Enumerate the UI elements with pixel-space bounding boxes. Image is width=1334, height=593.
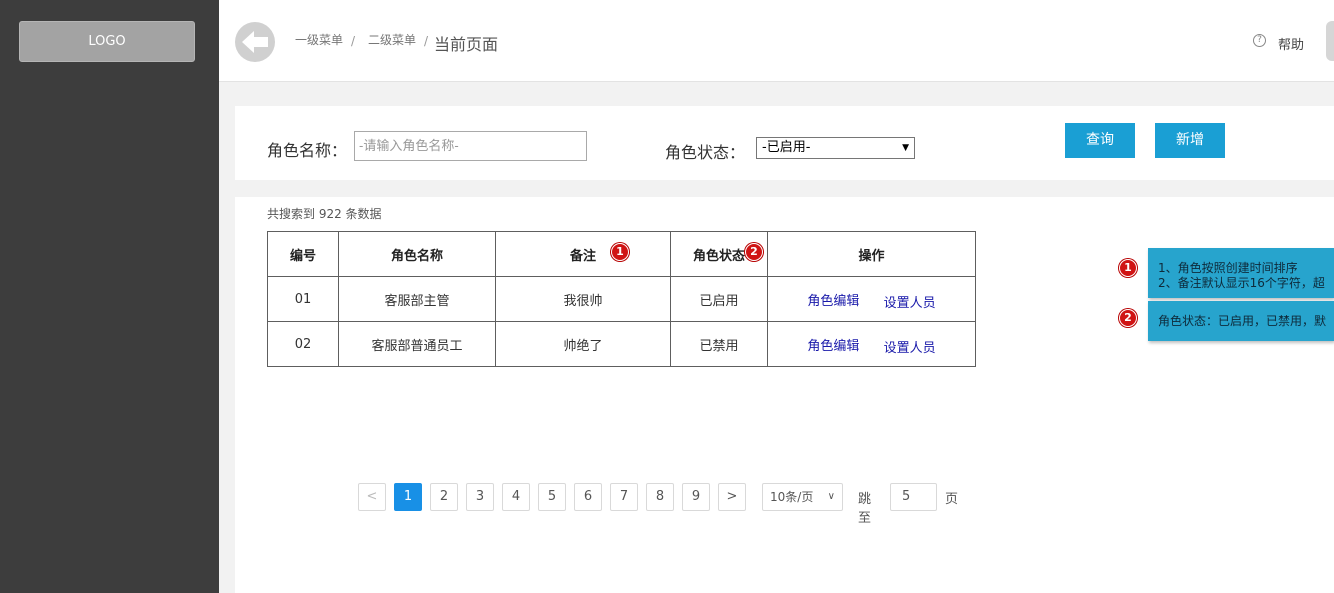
page-button[interactable]: 3 [466,483,494,511]
top-bar: 一级菜单 / 二级菜单 / 当前页面 ? 帮助 [219,0,1334,82]
prev-page-button[interactable]: < [358,483,386,511]
assign-members-link[interactable]: 设置人员 [884,292,936,311]
page-button[interactable]: 9 [682,483,710,511]
page-button[interactable]: 4 [502,483,530,511]
breadcrumb-level-2[interactable]: 二级菜单 [368,31,416,48]
logo[interactable]: LOGO [19,21,195,62]
table-row: 01 客服部主管 我很帅 已启用 角色编辑 设置人员 [267,276,976,322]
page-button[interactable]: 6 [574,483,602,511]
page-size-select[interactable]: 10条/页 ∨ [762,483,843,511]
page-button[interactable]: 7 [610,483,638,511]
dropdown-arrow-icon: ▼ [902,143,909,153]
cell-status: 已禁用 [670,321,768,367]
cell-name: 客服部主管 [338,276,496,322]
back-arrow-icon [242,31,268,53]
column-header-id: 编号 [267,231,339,277]
page-button[interactable]: 1 [394,483,422,511]
help-link[interactable]: 帮助 [1278,34,1304,53]
annotation-badge-1: 1 [611,243,629,261]
note-1-line-2: 2、备注默认显示16个字符，超 [1158,276,1325,290]
breadcrumb-separator: / [351,34,356,48]
page-button[interactable]: 8 [646,483,674,511]
back-button[interactable] [235,22,275,62]
query-button[interactable]: 查询 [1065,123,1135,158]
annotation-note-2: 角色状态：已启用，已禁用，默 [1148,301,1334,341]
breadcrumb-separator: / [424,34,429,48]
cell-status: 已启用 [670,276,768,322]
sidebar: LOGO [0,0,219,593]
table-row: 02 客服部普通员工 帅绝了 已禁用 角色编辑 设置人员 [267,321,976,367]
jump-page-input[interactable]: 5 [890,483,937,511]
role-status-value: -已启用- [762,140,811,155]
page-suffix-label: 页 [945,492,959,507]
chevron-down-icon: ∨ [827,491,835,502]
search-panel: 角色名称： -请输入角色名称- 角色状态： -已启用- ▼ 查询 新增 [235,106,1334,180]
breadcrumb-current: 当前页面 [434,35,499,54]
result-count: 共搜索到 922 条数据 [267,207,382,221]
cell-id: 02 [267,321,339,367]
add-button[interactable]: 新增 [1155,123,1225,158]
page-button[interactable]: 5 [538,483,566,511]
role-status-label: 角色状态： [665,143,746,162]
cell-id: 01 [267,276,339,322]
annotation-badge-2: 2 [745,243,763,261]
role-status-select[interactable]: -已启用- ▼ [756,137,915,159]
note-badge-1: 1 [1119,259,1137,277]
column-header-remark: 备注 [495,231,671,277]
edit-role-link[interactable]: 角色编辑 [807,290,859,309]
edit-role-link[interactable]: 角色编辑 [807,335,859,354]
breadcrumb-level-1[interactable]: 一级菜单 [295,31,343,48]
next-page-button[interactable]: > [718,483,746,511]
avatar[interactable] [1326,21,1334,61]
column-header-actions: 操作 [767,231,976,277]
column-header-name: 角色名称 [338,231,496,277]
note-badge-2: 2 [1119,309,1137,327]
page-button[interactable]: 2 [430,483,458,511]
cell-actions: 角色编辑 设置人员 [767,276,976,322]
role-name-label: 角色名称： [267,141,348,160]
jump-label: 跳至 [858,492,872,526]
help-icon[interactable]: ? [1253,34,1266,47]
assign-members-link[interactable]: 设置人员 [884,337,936,356]
cell-actions: 角色编辑 设置人员 [767,321,976,367]
annotation-note-1: 1、角色按照创建时间排序 2、备注默认显示16个字符，超 [1148,248,1334,298]
cell-name: 客服部普通员工 [338,321,496,367]
cell-remark: 帅绝了 [495,321,671,367]
role-name-input[interactable]: -请输入角色名称- [354,131,587,161]
cell-remark: 我很帅 [495,276,671,322]
page-size-value: 10条/页 [770,490,814,504]
